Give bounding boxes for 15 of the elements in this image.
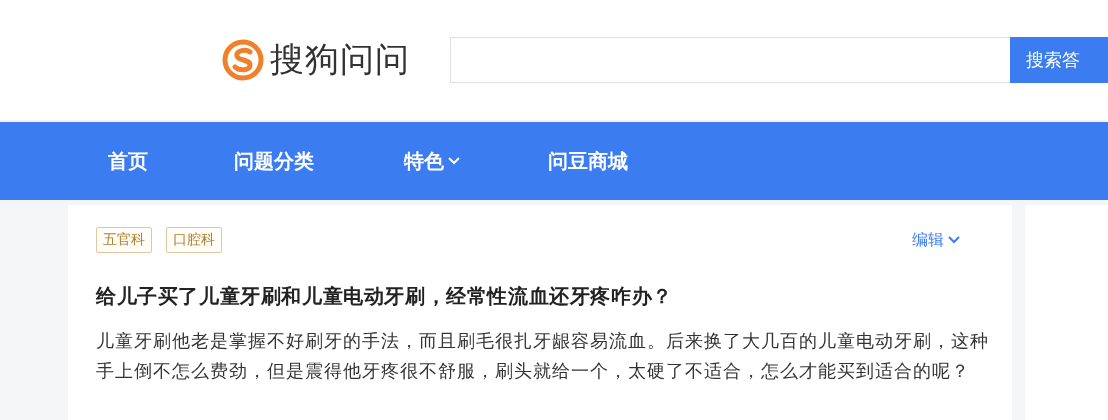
question-title: 给儿子买了儿童牙刷和儿童电动牙刷，经常性流血还牙疼咋办？ bbox=[96, 283, 674, 310]
nav-link[interactable]: 特色 bbox=[404, 147, 548, 175]
category-tag[interactable]: 口腔科 bbox=[166, 227, 222, 253]
nav-link[interactable]: 问豆商城 bbox=[548, 147, 698, 175]
logo-icon bbox=[222, 39, 264, 81]
search-button[interactable]: 搜索答 bbox=[1010, 37, 1108, 83]
caret-icon bbox=[948, 236, 960, 244]
nav-link[interactable]: 首页 bbox=[108, 147, 234, 175]
category-tag[interactable]: 五官科 bbox=[96, 227, 152, 253]
logo-text: 搜狗问问 bbox=[270, 38, 410, 81]
question-description: 儿童牙刷他老是掌握不好刷牙的手法，而且刷毛很扎牙龈容易流血。后来换了大几百的儿童电动牙刷，这种手上倒不怎么费劲，但是震得他牙疼很不舒服，刷头就给一个，太硬了不适合，怎么才能买到适合的呢？ bbox=[96, 329, 990, 383]
caret-icon bbox=[448, 157, 460, 165]
edit-link[interactable]: 编辑 bbox=[912, 229, 960, 251]
search-field[interactable] bbox=[450, 37, 1010, 83]
nav-link[interactable]: 问题分类 bbox=[234, 147, 404, 175]
